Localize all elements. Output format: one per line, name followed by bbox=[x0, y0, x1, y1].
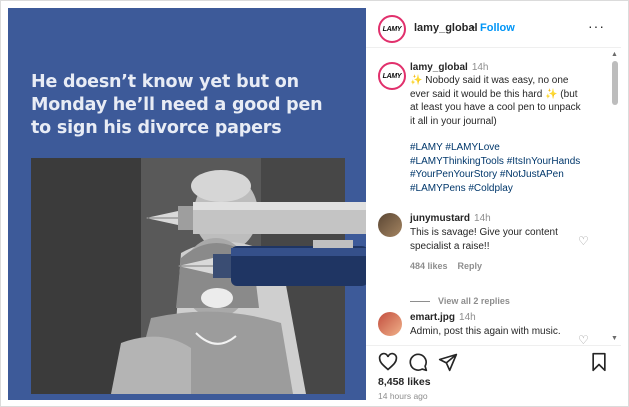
post-image[interactable]: He doesn’t know yet but on Monday he’ll … bbox=[8, 8, 366, 400]
post-header: LAMY lamy_global • Follow ··· bbox=[366, 8, 621, 48]
scroll-down-arrow-icon[interactable]: ▼ bbox=[611, 335, 618, 342]
commenter-avatar[interactable] bbox=[378, 312, 402, 336]
caption-line: ever said it would be this hard ✨ (but bbox=[410, 88, 578, 100]
hashtag-line[interactable]: #LAMYThinkingTools #ItsInYourHands bbox=[410, 155, 605, 169]
caption-hashtags: #LAMY #LAMYLove #LAMYThinkingTools #ItsI… bbox=[410, 141, 605, 195]
hashtag-line[interactable]: #LAMYPens #Coldplay bbox=[410, 182, 605, 196]
comment-username[interactable]: emart.jpg bbox=[410, 312, 455, 323]
post-image-headline: He doesn’t know yet but on Monday he’ll … bbox=[31, 72, 323, 138]
header-username[interactable]: lamy_global bbox=[414, 22, 478, 34]
follow-button[interactable]: Follow bbox=[480, 22, 515, 34]
comment-username[interactable]: junymustard bbox=[410, 213, 470, 224]
comment-text-line: This is savage! Give your content bbox=[410, 227, 558, 238]
post-timestamp[interactable]: 14 hours ago bbox=[378, 391, 428, 401]
share-send-icon[interactable] bbox=[438, 352, 458, 372]
comment-like-heart-icon[interactable]: ♡ bbox=[578, 333, 589, 345]
reply-button[interactable]: Reply bbox=[458, 261, 483, 271]
caption-avatar[interactable]: LAMY bbox=[378, 62, 406, 90]
post-actions: 8,458 likes 14 hours ago bbox=[366, 345, 621, 401]
comment-heading: junymustard 14h bbox=[410, 212, 491, 226]
comments-list[interactable]: LAMY lamy_global 14h ✨ Nobody said it was… bbox=[366, 49, 610, 345]
header-separator: • bbox=[471, 22, 475, 34]
scroll-thumb[interactable] bbox=[612, 61, 618, 105]
hashtag-line[interactable]: #LAMY #LAMYLove bbox=[410, 141, 605, 155]
avatar-logo-text: LAMY bbox=[382, 25, 402, 33]
comment-meta: 484 likes Reply bbox=[410, 261, 482, 271]
commenter-avatar[interactable] bbox=[378, 213, 402, 237]
caption-line: ✨ Nobody said it was easy, no one bbox=[410, 75, 569, 86]
fountain-pens-illustration bbox=[146, 202, 366, 286]
comment-likes-count[interactable]: 484 likes bbox=[410, 261, 448, 271]
comments-scrollbar[interactable]: ▲ ▼ bbox=[610, 49, 619, 345]
post-sidebar: LAMY lamy_global • Follow ··· LAMY lamy_… bbox=[366, 8, 621, 401]
comment-bubble-icon[interactable] bbox=[408, 352, 428, 372]
comment-heading: emart.jpg 14h bbox=[410, 311, 476, 325]
like-heart-icon[interactable] bbox=[378, 352, 398, 372]
save-bookmark-icon[interactable] bbox=[589, 352, 609, 372]
more-options-icon[interactable]: ··· bbox=[588, 18, 605, 34]
comment-like-heart-icon[interactable]: ♡ bbox=[578, 234, 589, 248]
caption-username[interactable]: lamy_global bbox=[410, 62, 468, 73]
caption-heading: lamy_global 14h bbox=[410, 61, 489, 75]
comment-time: 14h bbox=[459, 312, 476, 323]
scroll-up-arrow-icon[interactable]: ▲ bbox=[611, 51, 618, 58]
caption-time: 14h bbox=[471, 62, 489, 73]
comment-text-line: Admin, post this again with music. bbox=[410, 326, 561, 337]
lamy-avatar[interactable]: LAMY bbox=[378, 15, 406, 43]
avatar-logo-text: LAMY bbox=[382, 72, 402, 80]
hashtag-line[interactable]: #YourPenYourStory #NotJustAPen bbox=[410, 168, 605, 182]
caption-line: it all in your journal) bbox=[410, 115, 497, 127]
caption-line: at least you have a cool pen to unpack bbox=[410, 102, 581, 113]
likes-count[interactable]: 8,458 likes bbox=[378, 376, 431, 388]
view-replies-button[interactable]: View all 2 replies bbox=[410, 296, 510, 306]
comment-time: 14h bbox=[474, 213, 491, 224]
comment-text-line: specialist a raise!! bbox=[410, 240, 490, 252]
